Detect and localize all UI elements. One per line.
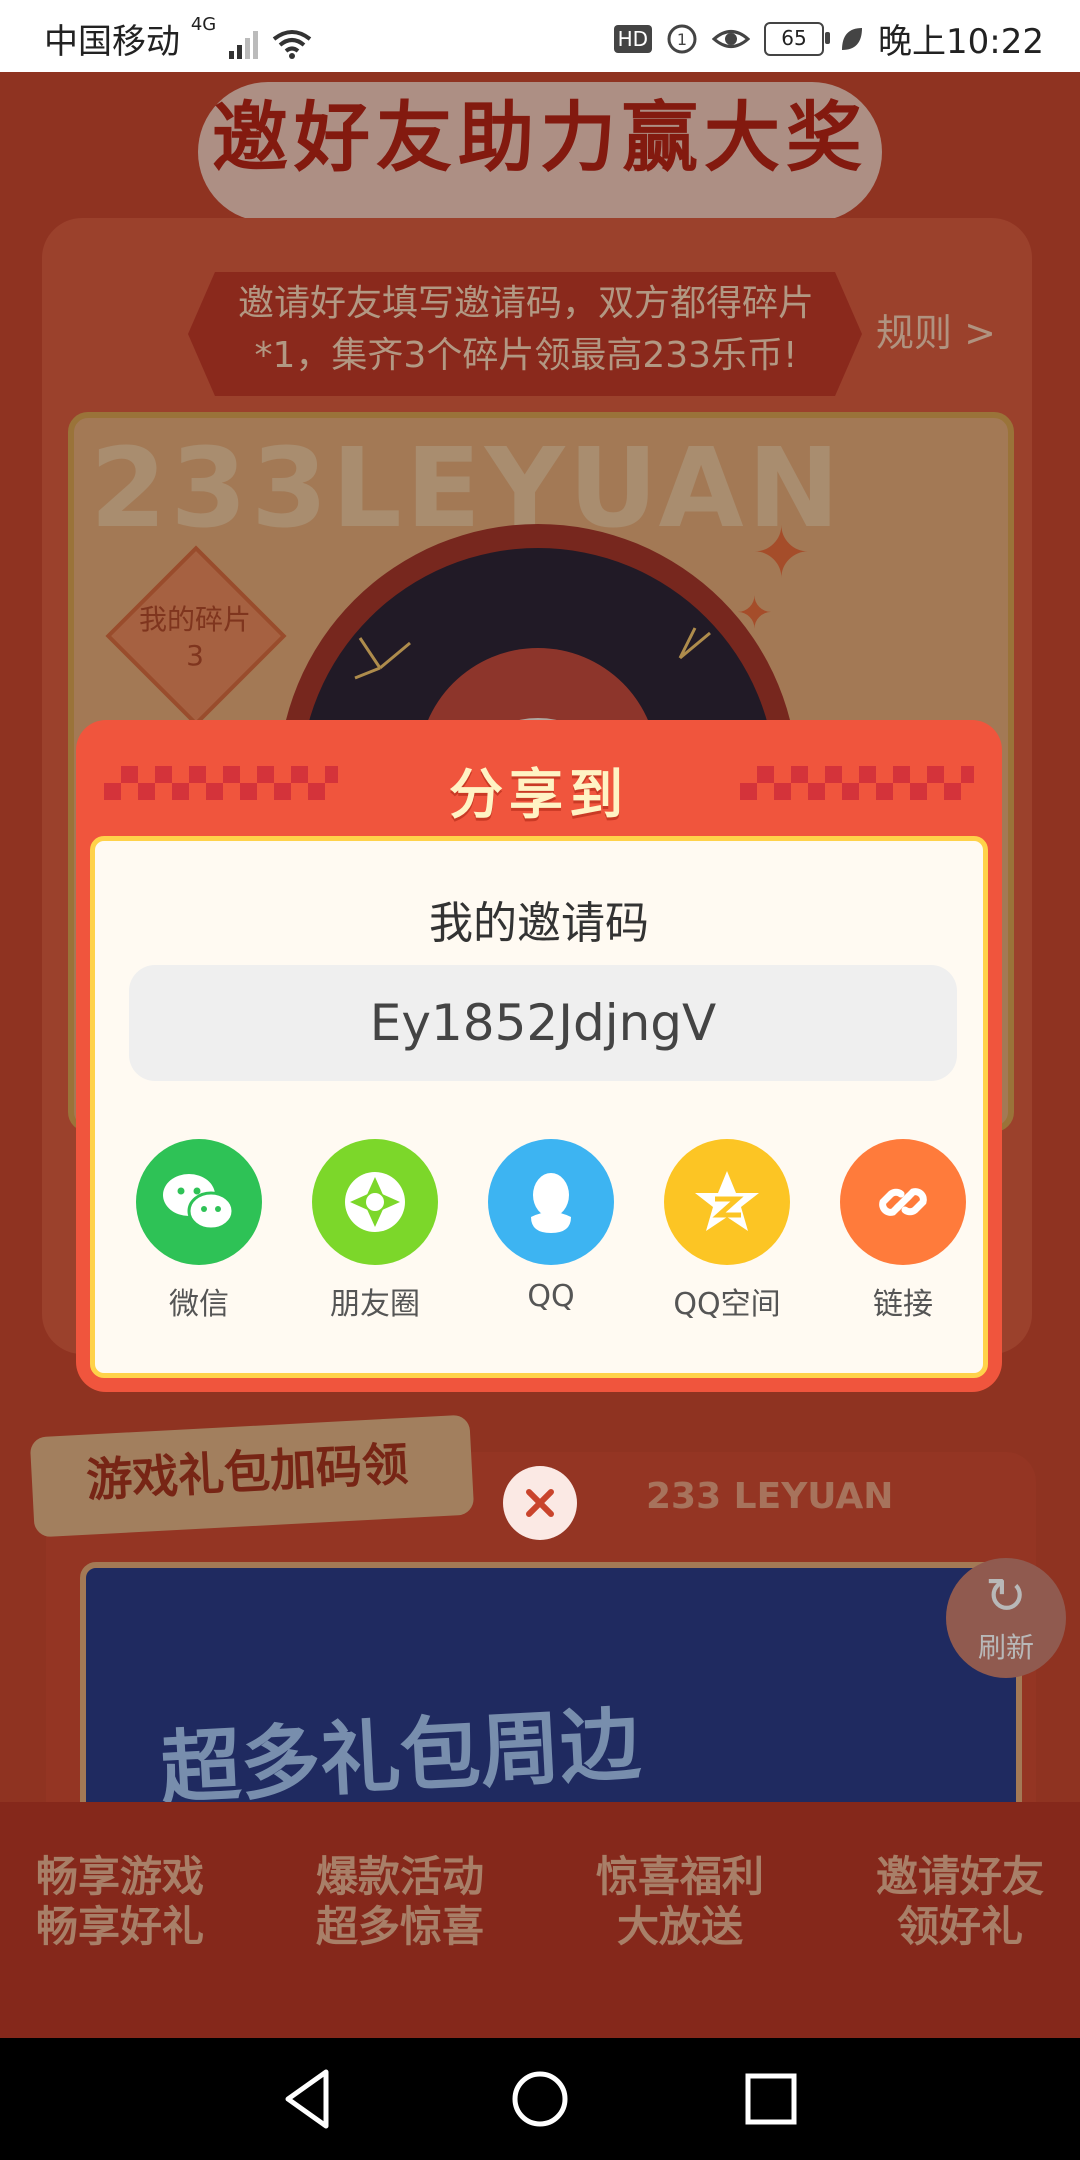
status-right: HD 1 65 晚上10:22 [613,14,1044,63]
invite-code-label: 我的邀请码 [429,898,649,949]
network-type: 4G [190,14,217,35]
share-qzone-button[interactable]: QQ空间 [657,1139,797,1323]
recents-icon[interactable] [734,2062,808,2136]
svg-text:1: 1 [677,30,687,49]
share-moments-button[interactable]: 朋友圈 [305,1139,445,1323]
wifi-icon [272,29,312,59]
system-nav-bar [0,2038,1080,2160]
hd-badge: HD [613,24,653,53]
data-saver-icon: 1 [667,24,697,53]
wechat-icon [136,1139,262,1265]
share-wechat-button[interactable]: 微信 [129,1139,269,1323]
qzone-icon [664,1139,790,1265]
battery-level: 65 [781,25,807,50]
back-icon[interactable] [272,2062,346,2136]
share-dialog: 分享到 我的邀请码 Ey1852JdjngV 微信 朋友圈 QQ QQ空间 链接 [76,720,1002,1392]
carrier-name: 中国移动 [44,22,180,62]
close-icon [526,1489,554,1517]
signal-icon [229,30,259,59]
share-link-button[interactable]: 链接 [833,1139,973,1323]
status-bar: 中国移动 4G HD 1 65 晚上10:22 [0,0,1080,72]
share-label: 链接 [873,1287,933,1322]
share-qq-button[interactable]: QQ [481,1139,621,1314]
link-icon [840,1139,966,1265]
qq-icon [488,1139,614,1265]
share-label: 朋友圈 [330,1287,420,1322]
share-panel: 我的邀请码 Ey1852JdjngV 微信 朋友圈 QQ QQ空间 链接 [90,836,988,1378]
home-icon[interactable] [503,2062,577,2136]
invite-code-field[interactable]: Ey1852JdjngV [129,965,957,1081]
share-label: 微信 [169,1287,229,1322]
status-left: 中国移动 4G [44,14,312,63]
dialog-title: 分享到 [449,763,629,826]
eye-icon [712,29,751,48]
share-label: QQ [527,1279,575,1314]
leaf-icon [842,27,863,50]
battery-icon: 65 [764,21,831,56]
moments-icon [312,1139,438,1265]
share-label: QQ空间 [673,1287,781,1322]
clock: 晚上10:22 [878,22,1044,62]
close-dialog-button[interactable] [503,1466,577,1540]
